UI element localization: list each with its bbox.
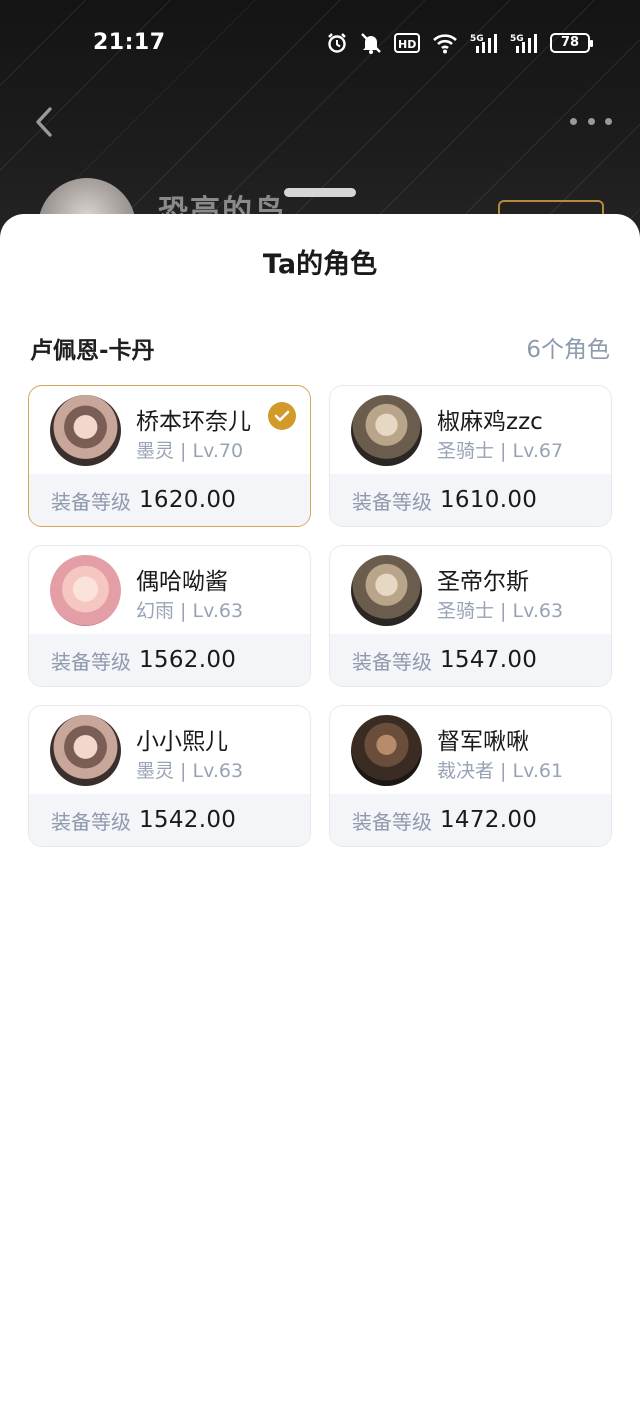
gear-level-value: 1620.00 — [139, 487, 237, 513]
doll-girl-avatar — [50, 395, 121, 466]
character-grid: 桥本环奈儿 墨灵 | Lv.70 装备等级 1620.00 椒麻鸡zzc 圣骑士… — [28, 385, 612, 847]
doll-girl-avatar — [50, 715, 121, 786]
back-button[interactable] — [28, 102, 60, 142]
server-name: 卢佩恩-卡丹 — [30, 338, 155, 364]
hd-icon: HD — [394, 33, 420, 53]
gear-level-value: 1472.00 — [440, 807, 538, 833]
sheet-drag-handle[interactable] — [284, 188, 356, 197]
character-card[interactable]: 小小熙儿 墨灵 | Lv.63 装备等级 1542.00 — [28, 705, 311, 847]
more-options-button[interactable] — [570, 108, 612, 134]
character-class-level: 圣骑士 | Lv.63 — [437, 600, 564, 622]
svg-text:5G: 5G — [510, 34, 524, 44]
blonde-knight-avatar — [351, 555, 422, 626]
character-class-level: 裁决者 | Lv.61 — [437, 760, 564, 782]
wifi-icon — [433, 34, 457, 54]
character-name: 小小熙儿 — [136, 729, 228, 755]
character-card[interactable]: 圣帝尔斯 圣骑士 | Lv.63 装备等级 1547.00 — [329, 545, 612, 687]
character-class-level: 圣骑士 | Lv.67 — [437, 440, 564, 462]
fox-girl-avatar — [50, 555, 121, 626]
battery-indicator: 78 — [550, 33, 593, 53]
character-name: 桥本环奈儿 — [136, 409, 251, 435]
signal-5g-icon: 5G — [470, 34, 497, 53]
gear-level-value: 1547.00 — [440, 647, 538, 673]
status-time: 21:17 — [93, 30, 166, 55]
character-name: 圣帝尔斯 — [437, 569, 529, 595]
gear-level-value: 1542.00 — [139, 807, 237, 833]
character-name: 椒麻鸡zzc — [437, 409, 543, 435]
character-class-level: 幻雨 | Lv.63 — [136, 600, 244, 622]
blonde-knight-avatar — [351, 395, 422, 466]
mute-bell-icon — [361, 33, 381, 54]
gear-level-label: 装备等级 — [352, 649, 432, 674]
role-count: 6个角色 — [526, 337, 610, 363]
alarm-icon — [328, 33, 346, 53]
sheet-title: Ta的角色 — [262, 249, 378, 280]
character-card[interactable]: 椒麻鸡zzc 圣骑士 | Lv.67 装备等级 1610.00 — [329, 385, 612, 527]
character-class-level: 墨灵 | Lv.63 — [136, 760, 244, 782]
character-card[interactable]: 督军啾啾 裁决者 | Lv.61 装备等级 1472.00 — [329, 705, 612, 847]
gear-level-label: 装备等级 — [51, 809, 131, 834]
character-card[interactable]: 偶哈呦酱 幻雨 | Lv.63 装备等级 1562.00 — [28, 545, 311, 687]
gear-level-label: 装备等级 — [51, 649, 131, 674]
status-bar: 21:17 HD 5G 5G 78 — [0, 0, 640, 86]
gear-level-value: 1562.00 — [139, 647, 237, 673]
gear-level-value: 1610.00 — [440, 487, 538, 513]
selected-check-icon — [268, 402, 296, 430]
character-class-level: 墨灵 | Lv.70 — [136, 440, 244, 462]
signal-5g-icon: 5G — [510, 34, 537, 53]
dark-warrior-avatar — [351, 715, 422, 786]
svg-text:HD: HD — [398, 38, 416, 51]
chevron-left-icon — [36, 107, 52, 137]
character-name: 督军啾啾 — [437, 729, 529, 755]
character-card[interactable]: 桥本环奈儿 墨灵 | Lv.70 装备等级 1620.00 — [28, 385, 311, 527]
character-name: 偶哈呦酱 — [136, 569, 228, 595]
gear-level-label: 装备等级 — [51, 489, 131, 514]
gear-level-label: 装备等级 — [352, 809, 432, 834]
gear-level-label: 装备等级 — [352, 489, 432, 514]
svg-text:5G: 5G — [470, 34, 484, 44]
